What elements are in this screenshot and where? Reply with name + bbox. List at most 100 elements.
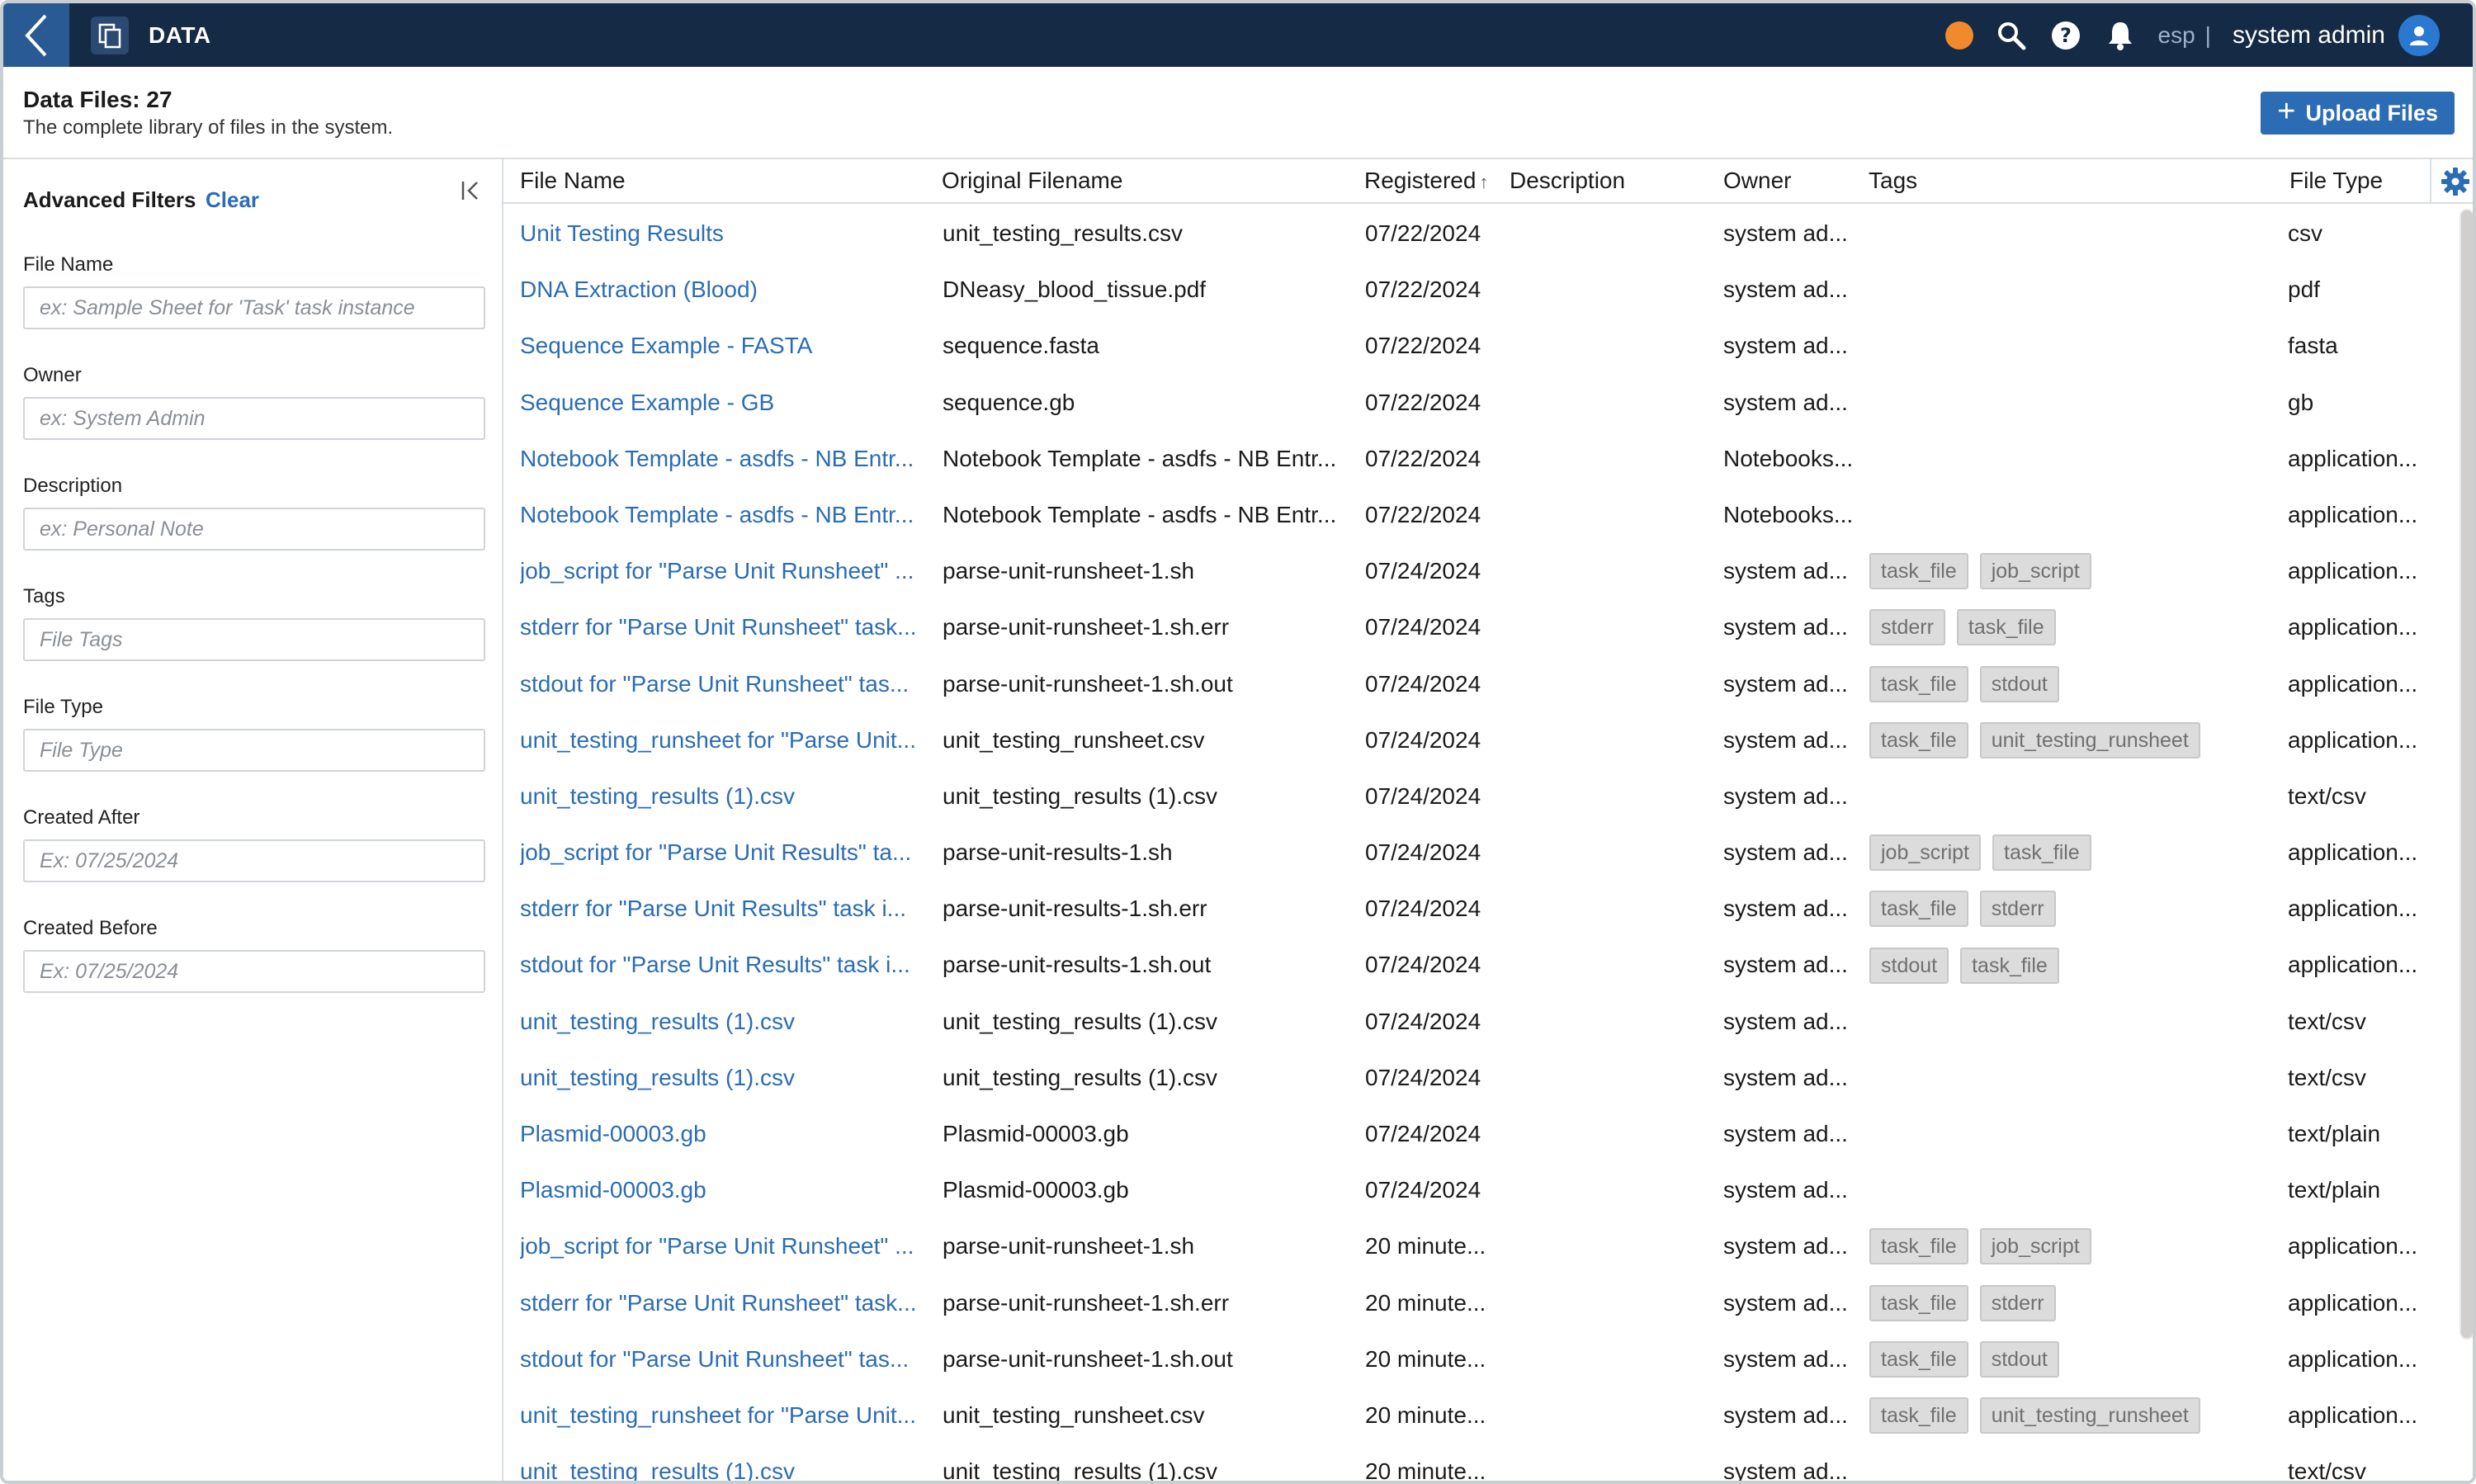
file-name-link[interactable]: job_script for "Parse Unit Runsheet" ... [520,1218,934,1274]
table-row[interactable]: Unit Testing Results unit_testing_results… [503,206,2426,262]
language-selector[interactable]: esp [2158,22,2195,49]
table-row[interactable]: unit_testing_results (1).csv unit_testing… [503,1050,2426,1106]
table-row[interactable]: stdout for "Parse Unit Runsheet" tas... p… [503,656,2426,712]
registered-cell: 07/24/2024 [1365,726,1481,753]
table-row[interactable]: stdout for "Parse Unit Results" task i..… [503,937,2426,993]
table-row[interactable]: job_script for "Parse Unit Runsheet" ...… [503,1218,2426,1274]
filter-label: Created After [23,806,140,829]
table-row[interactable]: unit_testing_runsheet for "Parse Unit...… [503,1387,2426,1444]
help-button[interactable]: ? [2049,19,2082,52]
clear-filters-link[interactable]: Clear [206,187,259,213]
vertical-scrollbar-thumb[interactable] [2461,210,2473,1338]
user-name[interactable]: system admin [2233,21,2385,50]
table-row[interactable]: stderr for "Parse Unit Runsheet" task...… [503,1275,2426,1331]
tag-badge[interactable]: unit_testing_runsheet [1979,721,2200,759]
table-row[interactable]: stderr for "Parse Unit Results" task i..… [503,881,2426,937]
avatar[interactable] [2398,14,2440,56]
file-type-input[interactable] [23,729,485,772]
tag-badge[interactable]: stderr [1979,1284,2056,1321]
description-input[interactable] [23,508,485,551]
file-name-link[interactable]: unit_testing_runsheet for "Parse Unit... [520,1387,934,1444]
table-row[interactable]: Notebook Template - asdfs - NB Entr... No… [503,487,2426,543]
tag-badge[interactable]: stdout [1869,947,1949,984]
tag-badge[interactable]: task_file [1869,665,1968,702]
tag-badge[interactable]: task_file [1992,834,2091,872]
file-name-link[interactable]: stderr for "Parse Unit Runsheet" task... [520,1275,934,1331]
tags-input[interactable] [23,618,485,661]
table-row[interactable]: Sequence Example - FASTA sequence.fasta 07… [503,318,2426,374]
tag-badge[interactable]: task_file [1869,1397,1968,1434]
file-name-link[interactable]: stderr for "Parse Unit Runsheet" task... [520,599,934,655]
table-row[interactable]: unit_testing_results (1).csv unit_testing… [503,768,2426,825]
notifications-button[interactable] [2104,19,2137,52]
tag-badge[interactable]: job_script [1869,834,1981,872]
table-row[interactable]: job_script for "Parse Unit Runsheet" ...… [503,543,2426,599]
created-before-input[interactable] [23,950,485,993]
tag-badge[interactable]: stdout [1979,1340,2059,1378]
table-row[interactable]: Sequence Example - GB sequence.gb 07/22/20… [503,375,2426,431]
table-row[interactable]: Plasmid-00003.gb Plasmid-00003.gb 07/24/20… [503,1106,2426,1162]
tag-badge[interactable]: job_script [1979,553,2091,590]
tag-badge[interactable]: stderr [1979,891,2056,928]
table-row[interactable]: job_script for "Parse Unit Results" ta..… [503,825,2426,881]
column-header-tags[interactable]: Tags [1869,168,1917,194]
file-name-link[interactable]: job_script for "Parse Unit Results" ta..… [520,825,934,881]
table-row[interactable]: stdout for "Parse Unit Runsheet" tas... p… [503,1331,2426,1387]
file-name-link[interactable]: Sequence Example - GB [520,375,934,431]
table-row[interactable]: Notebook Template - asdfs - NB Entr... No… [503,431,2426,487]
tag-badge[interactable]: unit_testing_runsheet [1979,1397,2200,1434]
filter-description: Description [23,475,485,551]
tag-badge[interactable]: task_file [1869,891,1968,928]
upload-files-button[interactable]: + Upload Files [2261,92,2455,135]
table-row[interactable]: unit_testing_results (1).csv unit_testing… [503,994,2426,1050]
file-name-link[interactable]: Sequence Example - FASTA [520,318,934,374]
file-name-link[interactable]: unit_testing_runsheet for "Parse Unit... [520,712,934,768]
back-button[interactable] [3,3,69,67]
page-header: Data Files: 27 The complete library of f… [3,67,2473,159]
column-header-original-filename[interactable]: Original Filename [942,168,1122,194]
file-name-link[interactable]: unit_testing_results (1).csv [520,1050,934,1106]
file-name-link[interactable]: stderr for "Parse Unit Results" task i..… [520,881,934,937]
column-header-owner[interactable]: Owner [1723,168,1791,194]
table-settings-button[interactable] [2430,159,2473,204]
column-header-registered[interactable]: Registered ↑ [1364,168,1488,194]
tag-badge[interactable]: task_file [1869,1284,1968,1321]
tag-badge[interactable]: task_file [1869,553,1968,590]
file-name-link[interactable]: stdout for "Parse Unit Results" task i..… [520,937,934,993]
file-name-link[interactable]: stdout for "Parse Unit Runsheet" tas... [520,1331,934,1387]
tag-badge[interactable]: stdout [1979,665,2059,702]
file-name-link[interactable]: Unit Testing Results [520,206,934,262]
file-name-input[interactable] [23,286,485,329]
tag-badge[interactable]: task_file [1960,947,2059,984]
table-row[interactable]: unit_testing_results (1).csv unit_testing… [503,1444,2426,1481]
column-header-description[interactable]: Description [1510,168,1625,194]
tag-badge[interactable]: task_file [1869,721,1968,759]
original-filename-cell: parse-unit-runsheet-1.sh.out [943,1345,1233,1372]
file-name-link[interactable]: unit_testing_results (1).csv [520,768,934,825]
table-row[interactable]: Plasmid-00003.gb Plasmid-00003.gb 07/24/20… [503,1162,2426,1218]
search-button[interactable] [1995,19,2028,52]
tag-badge[interactable]: stderr [1869,609,1945,646]
owner-input[interactable] [23,397,485,440]
table-row[interactable]: unit_testing_runsheet for "Parse Unit...… [503,712,2426,768]
column-header-file-name[interactable]: File Name [520,168,626,194]
collapse-panel-button[interactable] [457,177,484,204]
tag-badge[interactable]: task_file [1869,1228,1968,1265]
file-name-link[interactable]: unit_testing_results (1).csv [520,1444,934,1481]
column-header-file-type[interactable]: File Type [2289,168,2383,194]
file-name-link[interactable]: unit_testing_results (1).csv [520,994,934,1050]
status-indicator[interactable] [1944,21,1973,50]
file-name-link[interactable]: DNA Extraction (Blood) [520,262,934,318]
created-after-input[interactable] [23,839,485,882]
file-name-link[interactable]: Plasmid-00003.gb [520,1162,934,1218]
tag-badge[interactable]: task_file [1869,1340,1968,1378]
file-name-link[interactable]: Plasmid-00003.gb [520,1106,934,1162]
file-name-link[interactable]: job_script for "Parse Unit Runsheet" ... [520,543,934,599]
file-name-link[interactable]: stdout for "Parse Unit Runsheet" tas... [520,656,934,712]
tag-badge[interactable]: task_file [1956,609,2056,646]
tag-badge[interactable]: job_script [1979,1228,2091,1265]
file-name-link[interactable]: Notebook Template - asdfs - NB Entr... [520,431,934,487]
file-name-link[interactable]: Notebook Template - asdfs - NB Entr... [520,487,934,543]
table-row[interactable]: DNA Extraction (Blood) DNeasy_blood_tissu… [503,262,2426,318]
table-row[interactable]: stderr for "Parse Unit Runsheet" task...… [503,599,2426,655]
